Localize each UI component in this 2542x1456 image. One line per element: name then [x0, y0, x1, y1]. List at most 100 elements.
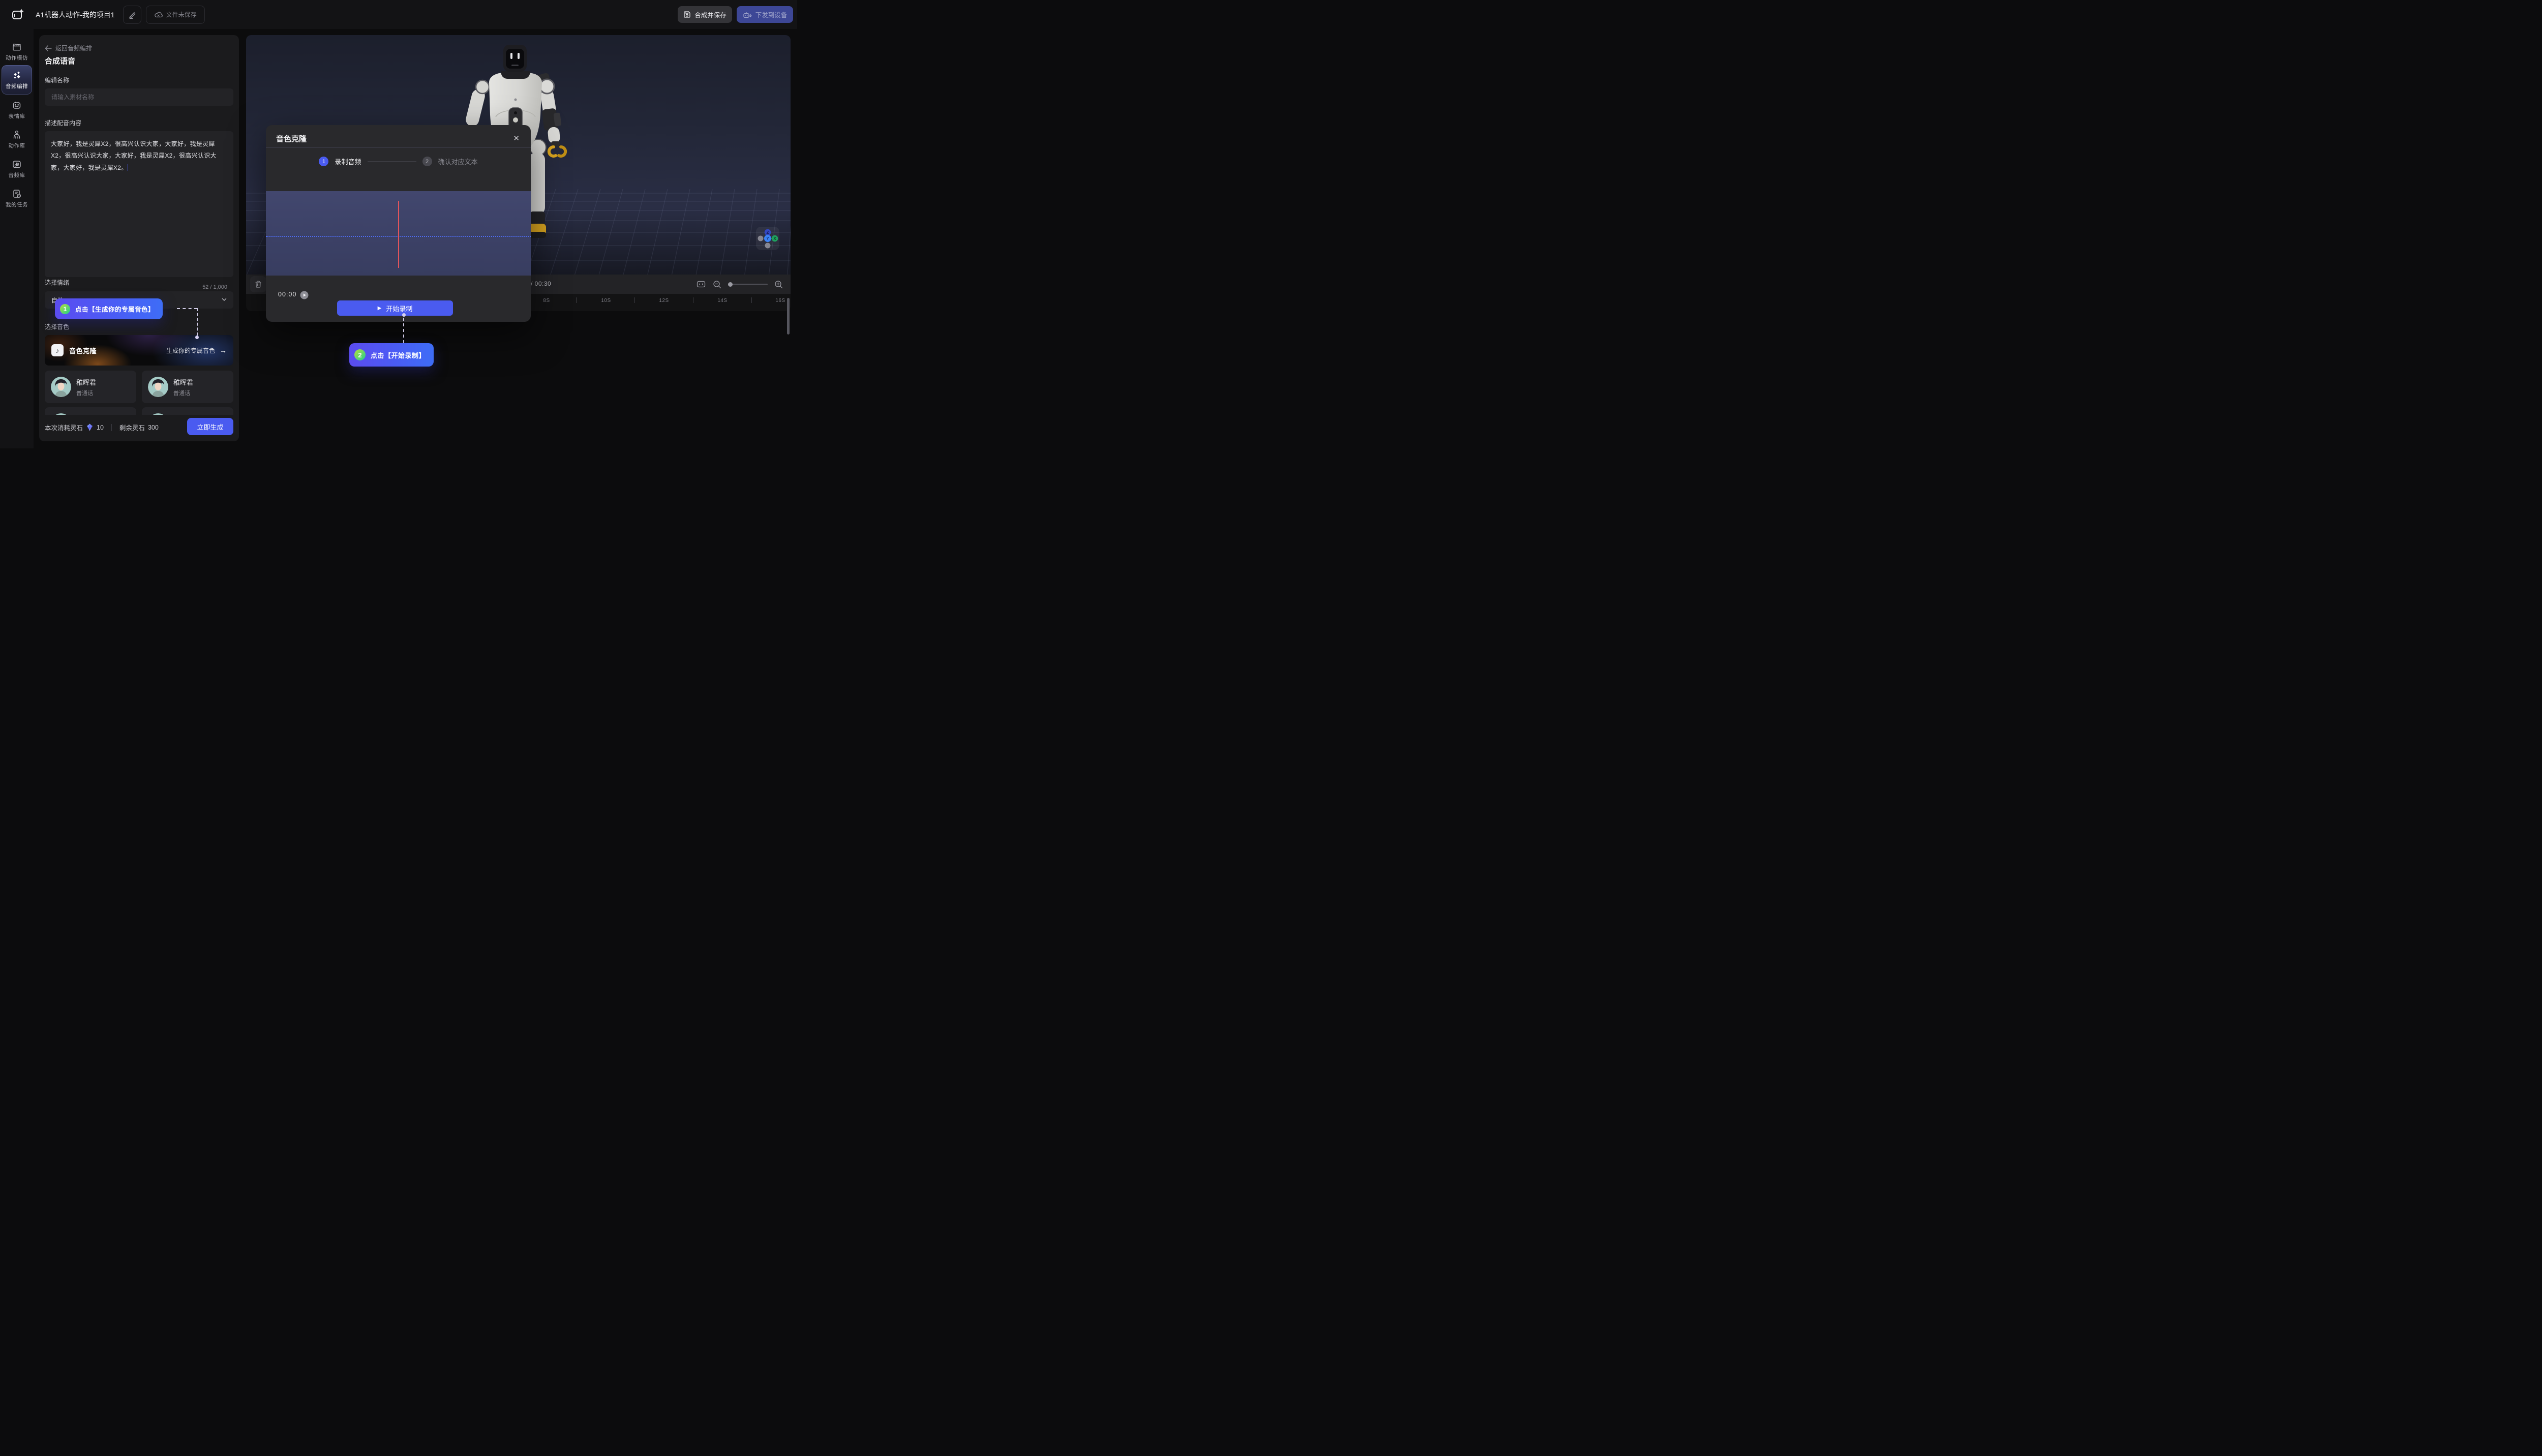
gizmo-neg-x	[758, 236, 764, 241]
record-time: 00:00	[278, 291, 296, 298]
tip-1-badge: 1	[60, 304, 70, 314]
guide-tip-2: 2 点击【开始录制】	[349, 343, 434, 367]
avatar	[148, 377, 168, 397]
ruler-label: 14S	[717, 298, 727, 304]
synthesis-panel: 返回音频编排 合成语音 编辑名称 描述配音内容 大家好，我是灵犀X2，很高兴认识…	[39, 35, 239, 441]
sidebar: 动作模仿 音频编排	[0, 29, 34, 448]
cost-value: 10	[97, 424, 104, 431]
svg-text:Y: Y	[766, 236, 769, 241]
desc-label: 描述配音内容	[45, 118, 81, 127]
save-icon	[683, 11, 691, 18]
start-record-button[interactable]: ▶ 开始录制	[337, 300, 453, 316]
voice-lang: 普通话	[173, 389, 193, 397]
step-1-label: 录制音频	[335, 157, 361, 166]
voice-content-textarea[interactable]: 大家好，我是灵犀X2，很高兴认识大家，大家好，我是灵犀X2，很高兴认识大家，大家…	[45, 131, 233, 277]
start-record-label: 开始录制	[386, 304, 412, 313]
ruler-tick	[634, 297, 635, 303]
fit-width-icon[interactable]	[696, 279, 706, 289]
robot-face-icon	[12, 100, 22, 110]
play-button[interactable]	[300, 291, 309, 299]
sidebar-item-label: 音频编排	[6, 82, 28, 90]
page-title: 合成语音	[45, 55, 75, 66]
panel-footer: 本次消耗灵石 10 剩余灵石 300 立即生成	[39, 415, 239, 441]
ruler-label: 10S	[601, 298, 611, 304]
close-icon[interactable]: ✕	[511, 132, 522, 145]
timeline-duration: / 00:30	[531, 280, 551, 287]
guide-tip-1: 1 点击【生成你的专属音色】	[55, 298, 163, 319]
project-title: A1机器人动作-我的项目1	[36, 10, 115, 20]
step-indicator: 1 录制音频 2 确认对应文本	[266, 157, 531, 166]
timeline-scrollbar[interactable]	[787, 298, 790, 335]
clone-banner-title: 音色克隆	[69, 346, 97, 355]
emotion-label: 选择情绪	[45, 278, 69, 287]
file-status-label: 文件未保存	[166, 10, 197, 19]
balance-value: 300	[148, 424, 159, 431]
ruler-tick	[751, 297, 752, 303]
sidebar-item-audio-arrange[interactable]: 音频编排	[2, 65, 32, 95]
tip1-connector-h	[177, 308, 197, 309]
sidebar-item-label: 动作库	[9, 142, 25, 149]
voice-lang: 普通话	[76, 389, 96, 397]
zoom-out-icon[interactable]	[712, 280, 722, 289]
header-actions: 合成并保存 下发到设备	[678, 6, 793, 23]
sidebar-item-label: 动作模仿	[6, 54, 28, 62]
balance-label: 剩余灵石	[119, 422, 145, 432]
trash-icon	[254, 280, 262, 288]
sidebar-item-label: 音频库	[9, 171, 25, 179]
voice-card[interactable]: 稚晖君 普通话	[45, 371, 136, 403]
playhead[interactable]	[398, 201, 399, 268]
clapperboard-icon	[12, 42, 22, 52]
divider	[111, 424, 112, 431]
slider-handle[interactable]	[728, 282, 733, 287]
ruler-label: 8S	[543, 298, 550, 304]
generate-button[interactable]: 立即生成	[187, 418, 233, 435]
ruler-label: 16S	[775, 298, 785, 304]
rename-button[interactable]	[123, 6, 141, 24]
voice-clone-modal: 音色克隆 ✕ 1 录制音频 2 确认对应文本 00:00 ▶ 开始录制	[266, 125, 531, 322]
material-name-input[interactable]	[45, 88, 233, 106]
ruler-tick	[576, 297, 577, 303]
tip2-connector-v	[403, 318, 404, 343]
step-1-badge: 1	[319, 157, 328, 166]
task-list-icon	[12, 189, 22, 199]
tip1-connector-dot	[195, 336, 199, 339]
clone-banner-cta: 生成你的专属音色	[166, 346, 215, 355]
file-status-chip[interactable]: 文件未保存	[146, 6, 205, 24]
sidebar-item-my-tasks[interactable]: 我的任务	[0, 185, 34, 212]
gizmo-neg-z	[765, 243, 771, 249]
back-link[interactable]: 返回音频编排	[45, 44, 92, 52]
deploy-label: 下发到设备	[755, 10, 788, 19]
step-connector	[368, 161, 416, 162]
step-2-badge: 2	[422, 157, 432, 166]
sidebar-item-audio-lib[interactable]: 音频库	[0, 155, 34, 183]
delete-clip-button[interactable]	[250, 276, 266, 292]
sidebar-item-motion-mimic[interactable]: 动作模仿	[0, 38, 34, 65]
svg-text:X: X	[773, 236, 776, 241]
modal-title: 音色克隆	[276, 133, 307, 144]
sidebar-item-expression-lib[interactable]: 表情库	[0, 96, 34, 124]
avatar	[51, 377, 71, 397]
voice-card[interactable]: 稚晖君 普通话	[142, 371, 233, 403]
voice-name: 稚晖君	[173, 377, 193, 387]
back-arrow-icon	[45, 45, 52, 51]
svg-text:Z: Z	[767, 230, 769, 235]
gem-icon	[86, 423, 94, 431]
sparkles-icon	[12, 70, 22, 80]
zoom-in-icon[interactable]	[774, 280, 783, 289]
timeline-zoom-slider[interactable]	[728, 284, 768, 285]
sidebar-item-motion-lib[interactable]: 动作库	[0, 126, 34, 153]
timeline-zoom-controls	[696, 276, 783, 292]
deploy-button[interactable]: 下发到设备	[737, 6, 793, 23]
music-file-icon: ♪	[51, 344, 64, 356]
ruler-label: 12S	[659, 298, 669, 304]
app-logo-icon	[11, 8, 24, 21]
name-label: 编辑名称	[45, 76, 69, 84]
waveform-panel	[266, 191, 531, 276]
tip1-connector-v	[197, 308, 198, 336]
orientation-gizmo[interactable]: Z X Y	[756, 227, 779, 250]
save-button[interactable]: 合成并保存	[678, 6, 732, 23]
cost-label: 本次消耗灵石	[45, 422, 83, 432]
voice-clone-banner[interactable]: ♪ 音色克隆 生成你的专属音色 →	[45, 335, 233, 366]
tip2-connector-dot	[402, 313, 406, 317]
voice-name: 稚晖君	[76, 377, 96, 387]
